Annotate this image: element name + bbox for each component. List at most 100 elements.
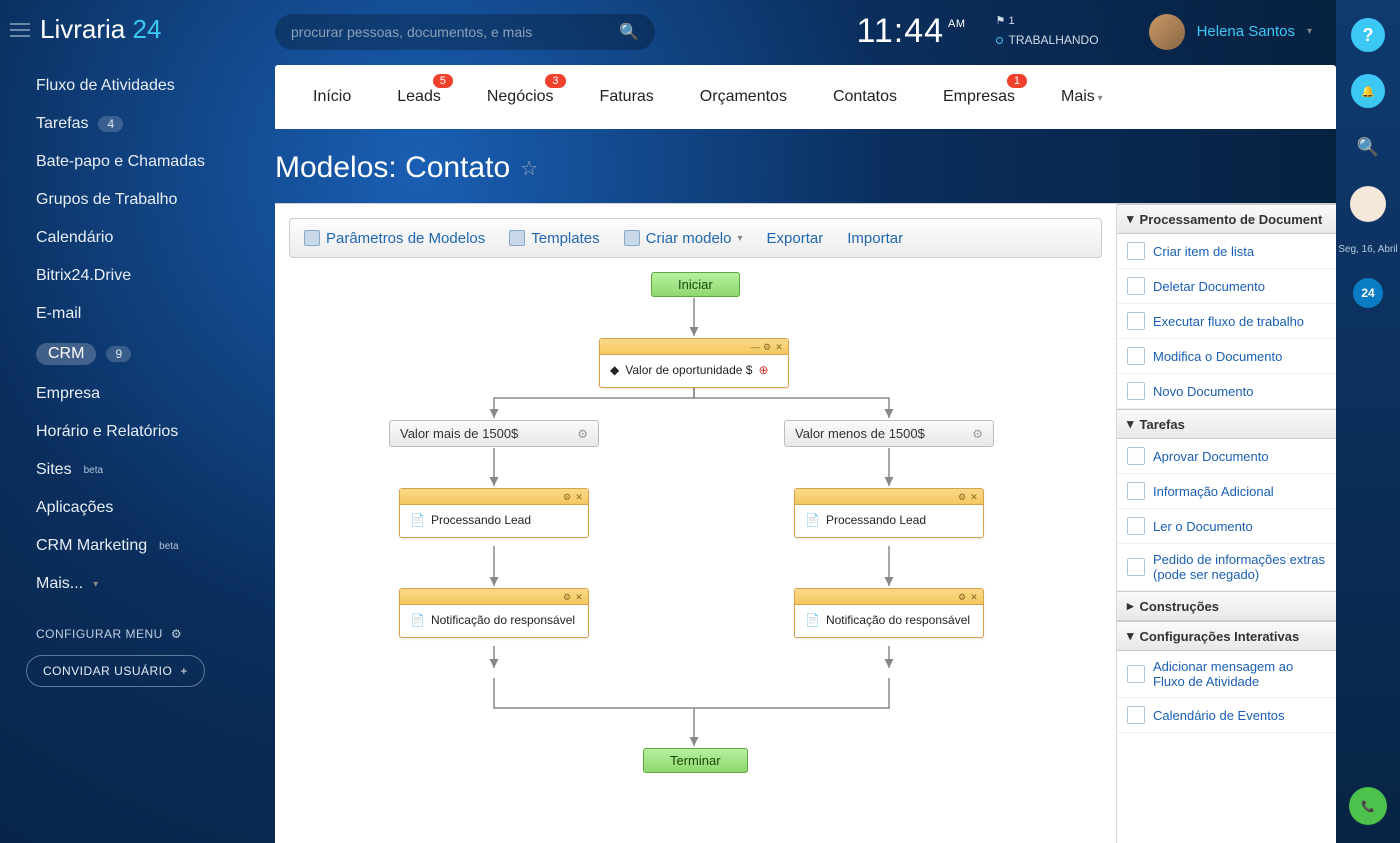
gear-icon[interactable]: ⚙ [972,427,983,441]
chevron-icon: ▸ [1127,598,1134,614]
sidebar-item[interactable]: Bitrix24.Drive [36,257,265,295]
sidebar-item[interactable]: Calendário [36,219,265,257]
condition-right-node[interactable]: Valor menos de 1500$⚙ [784,420,994,447]
templates-button[interactable]: Templates [509,230,599,247]
panel-action-item[interactable]: Criar item de lista [1117,234,1336,269]
workflow-canvas[interactable]: Iniciar —⚙✕ ◆Valor de oportunidade $ ⊕ V… [289,258,1102,818]
panel-action-item[interactable]: Executar fluxo de trabalho [1117,304,1336,339]
process-left-node[interactable]: ⚙✕📄Processando Lead [399,488,589,538]
sidebar-item[interactable]: Horário e Relatórios [36,413,265,451]
opportunity-node[interactable]: —⚙✕ ◆Valor de oportunidade $ ⊕ [599,338,789,388]
crm-tab[interactable]: Mais ▾ [1043,88,1121,106]
sidebar-item[interactable]: Aplicações [36,489,265,527]
sidebar-item[interactable]: E-mail [36,295,265,333]
sidebar-item[interactable]: Sitesbeta [36,451,265,489]
sidebar: Livraria 24 Fluxo de AtividadesTarefas4B… [0,0,265,843]
panel-action-item[interactable]: Aprovar Documento [1117,439,1336,474]
phone-button[interactable]: 📞 [1349,787,1387,825]
task-icon: 📄 [805,513,820,527]
process-right-node[interactable]: ⚙✕📄Processando Lead [794,488,984,538]
search-icon[interactable]: 🔍 [619,22,639,42]
sidebar-item[interactable]: Mais...▾ [36,565,265,603]
panel-action-item[interactable]: Deletar Documento [1117,269,1336,304]
user-menu[interactable]: Helena Santos ▾ [1149,14,1312,50]
diamond-icon: ◆ [610,363,619,377]
action-icon [1127,347,1145,365]
create-icon [624,230,640,246]
configure-menu-button[interactable]: CONFIGURAR MENU ⚙ [0,603,265,655]
panel-action-item[interactable]: Calendário de Eventos [1117,698,1336,733]
plus-icon[interactable]: ⊕ [758,363,768,377]
action-icon [1127,558,1145,576]
gear-icon[interactable]: ⚙ [577,427,588,441]
sidebar-item[interactable]: Grupos de Trabalho [36,181,265,219]
rail-search-button[interactable]: 🔍 [1351,130,1385,164]
brand-name: Livraria 24 [40,14,161,45]
action-icon [1127,277,1145,295]
page-title: Modelos: Contato ☆ [265,129,1336,203]
crm-tab[interactable]: Empresas1 [925,88,1033,106]
clock: 11:44AM [856,12,965,51]
avatar [1149,14,1185,50]
action-icon [1127,447,1145,465]
panel-action-item[interactable]: Pedido de informações extras (pode ser n… [1117,544,1336,591]
notifications-button[interactable]: 🔔 [1351,74,1385,108]
workflow-toolbar: Parâmetros de Modelos Templates Criar mo… [289,218,1102,258]
crm-tab[interactable]: Orçamentos [682,88,805,106]
panel-action-item[interactable]: Modifica o Documento [1117,339,1336,374]
status: ⚑ 1 TRABALHANDO [996,13,1099,50]
actions-panel: ▾Processamento de DocumentCriar item de … [1116,204,1336,843]
b24-logo-icon[interactable]: 24 [1353,278,1383,308]
task-icon: 📄 [410,613,425,627]
action-icon [1127,706,1145,724]
panel-action-item[interactable]: Ler o Documento [1117,509,1336,544]
rail-avatar[interactable] [1350,186,1386,222]
sidebar-item[interactable]: Empresa [36,375,265,413]
end-node[interactable]: Terminar [643,748,748,773]
panel-action-item[interactable]: Adicionar mensagem ao Fluxo de Atividade [1117,651,1336,698]
panel-section-header[interactable]: ▾Tarefas [1117,409,1336,439]
search-box[interactable]: 🔍 [275,14,655,50]
action-icon [1127,482,1145,500]
crm-tab[interactable]: Negócios3 [469,88,572,106]
panel-section-header[interactable]: ▾Configurações Interativas [1117,621,1336,651]
notify-right-node[interactable]: ⚙✕📄Notificação do responsável [794,588,984,638]
condition-left-node[interactable]: Valor mais de 1500$⚙ [389,420,599,447]
chevron-icon: ▾ [1127,628,1134,644]
right-rail: ? 🔔 🔍 Seg, 16, Abril 24 📞 [1336,0,1400,843]
search-input[interactable] [291,24,619,40]
crm-tabs: Início Leads5 Negócios3 Faturas Orçamentos Co… [275,65,1336,129]
panel-action-item[interactable]: Novo Documento [1117,374,1336,409]
panel-action-item[interactable]: Informação Adicional [1117,474,1336,509]
crm-tab[interactable]: Faturas [582,88,672,106]
panel-section-header[interactable]: ▾Processamento de Document [1117,204,1336,234]
chevron-icon: ▾ [1127,211,1134,227]
sidebar-item[interactable]: Bate-papo e Chamadas [36,143,265,181]
star-icon[interactable]: ☆ [520,156,538,181]
menu-toggle-icon[interactable] [10,23,30,37]
sidebar-item[interactable]: Tarefas4 [36,105,265,143]
crm-tab[interactable]: Contatos [815,88,915,106]
flag-icon: ⚑ [996,15,1006,27]
crm-tab[interactable]: Leads5 [379,88,459,106]
crm-tab[interactable]: Início [295,88,369,106]
action-icon [1127,382,1145,400]
create-model-button[interactable]: Criar modelo ▾ [624,230,743,247]
action-icon [1127,665,1145,683]
gear-icon: ⚙ [171,627,182,641]
action-icon [1127,242,1145,260]
export-button[interactable]: Exportar [767,230,824,247]
action-icon [1127,312,1145,330]
invite-user-button[interactable]: CONVIDAR USUÁRIO + [26,655,205,687]
notify-left-node[interactable]: ⚙✕📄Notificação do responsável [399,588,589,638]
sidebar-item[interactable]: CRM Marketingbeta [36,527,265,565]
chevron-down-icon: ▾ [1307,26,1312,37]
import-button[interactable]: Importar [847,230,903,247]
panel-section-header[interactable]: ▸Construções [1117,591,1336,621]
model-params-button[interactable]: Parâmetros de Modelos [304,230,485,247]
help-button[interactable]: ? [1351,18,1385,52]
task-icon: 📄 [410,513,425,527]
sidebar-item[interactable]: Fluxo de Atividades [36,67,265,105]
sidebar-item[interactable]: CRM9 [36,333,265,375]
start-node[interactable]: Iniciar [651,272,740,297]
